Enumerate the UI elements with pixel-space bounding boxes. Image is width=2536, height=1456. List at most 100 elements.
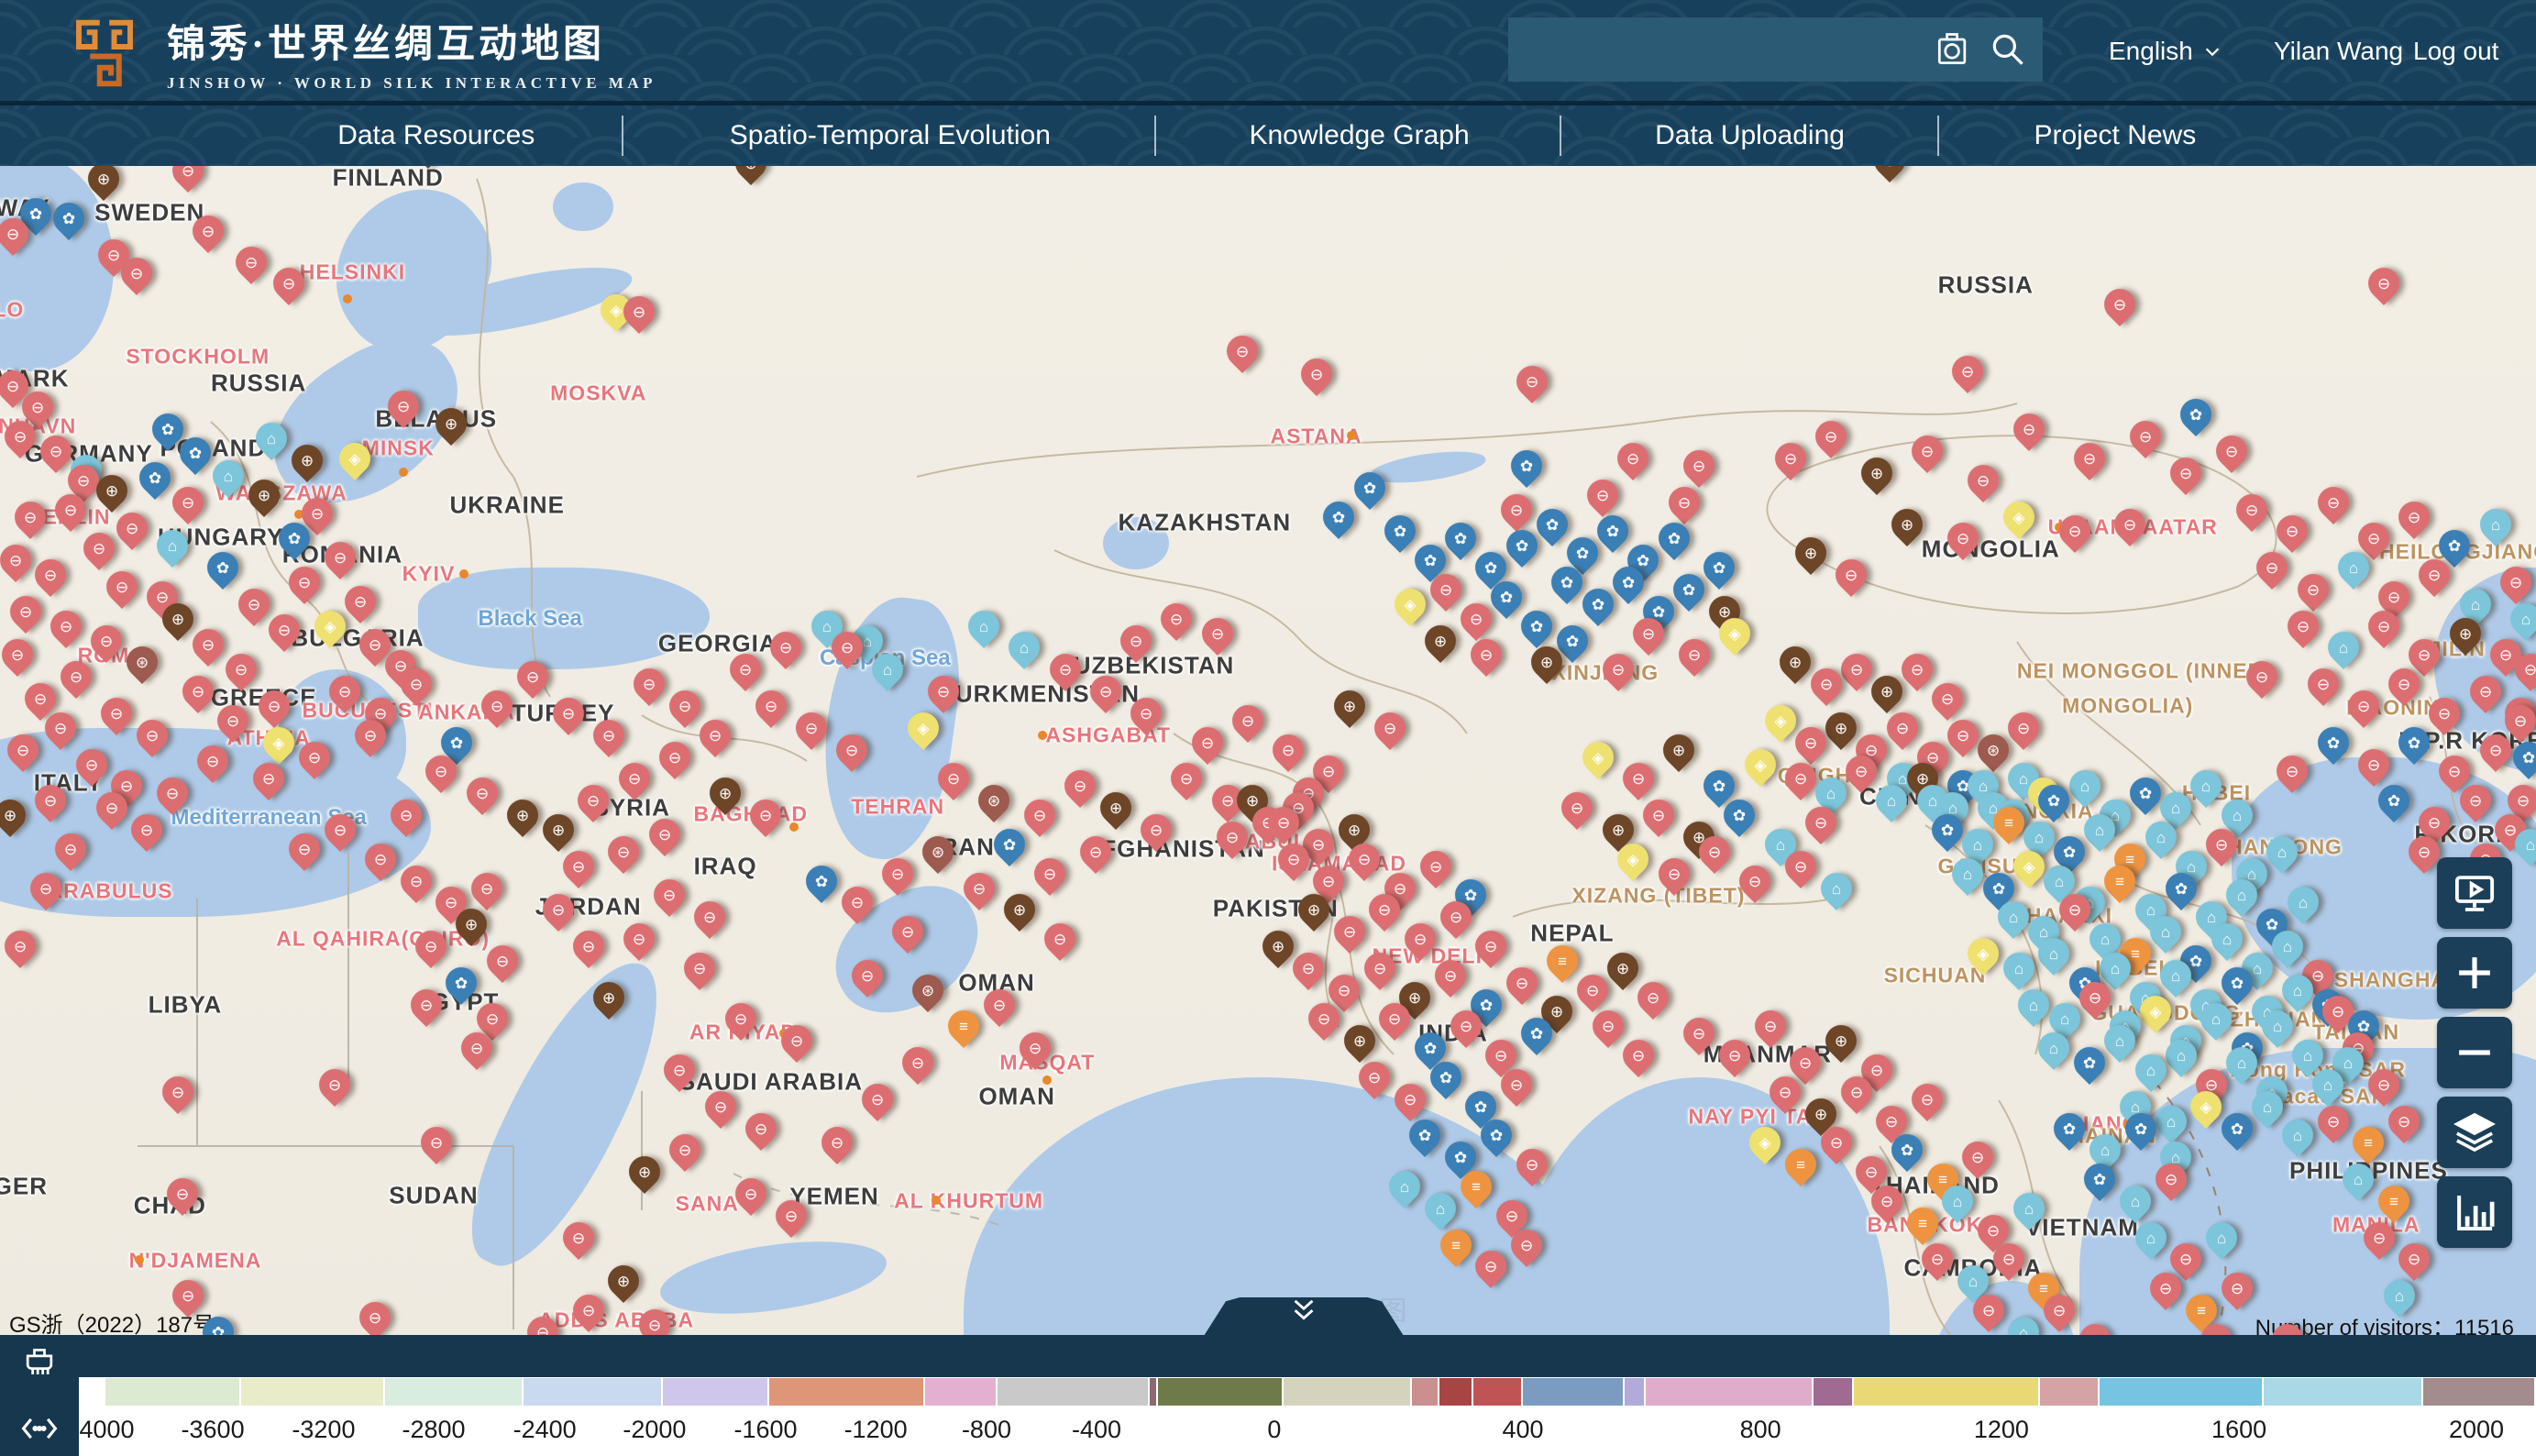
map-pin-relic-marker-red[interactable]: ⊖ [1626, 612, 1670, 656]
map-pin-relic-marker-red[interactable]: ⊖ [1, 728, 45, 772]
map-pin-relic-marker-red[interactable]: ⊖ [617, 917, 661, 961]
map-pin-relic-marker-red[interactable]: ⊖ [1571, 968, 1615, 1012]
map-pin-relic-marker-red[interactable]: ⊖ [2356, 1216, 2400, 1260]
map-pin-marker-yellow[interactable]: ◈ [1997, 495, 2041, 539]
map-pin-relic-marker-red[interactable]: ⊖ [1500, 961, 1544, 1005]
map-pin-relic-marker-red[interactable]: ⊖ [252, 684, 296, 728]
map-pin-site-marker-brown[interactable]: ⊕ [623, 1150, 667, 1194]
timeline-segment[interactable] [1150, 1378, 1158, 1406]
map-pin-museum-marker-cyan[interactable]: ⌂ [2332, 546, 2376, 590]
map-pin-relic-marker-red[interactable]: ⊖ [1262, 800, 1306, 844]
logo[interactable]: 锦秀·世界丝绸互动地图 JINSHOW · WORLD SILK INTERAC… [66, 13, 656, 93]
map-pin-relic-marker-red[interactable]: ⊖ [1733, 859, 1777, 903]
map-pin-site-marker-brown[interactable]: ⊕ [1865, 669, 1909, 713]
map-pin-relic-marker-red[interactable]: ⊖ [1295, 352, 1339, 396]
map-pin-relic-marker-red[interactable]: ⊖ [156, 1070, 200, 1114]
map-pin-craft-marker-blue[interactable]: ✿ [47, 196, 91, 240]
map-pin-site-marker-brown[interactable]: ⊕ [285, 438, 329, 482]
map-pin-relic-marker-red[interactable]: ⊖ [749, 684, 793, 728]
map-pin-marker-yellow[interactable]: ◈ [1388, 582, 1432, 626]
timeline-segment[interactable] [2040, 1378, 2100, 1406]
map-pin-relic-marker-red[interactable]: ⊖ [845, 954, 889, 998]
map-pin-relic-marker-red[interactable]: ⊖ [617, 290, 661, 334]
map-canvas[interactable]: NORWAYSWEDENFINLANDRUSSIARUSSIADENMARKPO… [0, 0, 2536, 1456]
map-pin-relic-marker-red[interactable]: ⊖ [1637, 793, 1681, 837]
map-pin-relic-marker-red[interactable]: ⊖ [1779, 844, 1823, 888]
map-pin-craft-marker-blue[interactable]: ✿ [987, 822, 1031, 866]
timeline-segment[interactable] [105, 1378, 241, 1406]
map-pin-relic-marker-red[interactable]: ⊖ [2291, 568, 2335, 612]
map-pin-relic-marker-red[interactable]: ⊖ [381, 384, 425, 428]
layers-button[interactable] [2437, 1097, 2512, 1168]
map-pin-relic-marker-red[interactable]: ⊖ [1358, 946, 1402, 990]
map-pin-relic-marker-red[interactable]: ⊖ [160, 1172, 204, 1216]
map-pin-relic-marker-red[interactable]: ⊖ [465, 866, 509, 910]
timeline-segment[interactable] [385, 1378, 524, 1406]
map-pin-marker-yellow[interactable]: ◈ [1713, 612, 1757, 656]
map-pin-site-marker-brown[interactable]: ⊕ [535, 808, 579, 852]
timeline-collapse-tab[interactable] [1204, 1297, 1404, 1336]
map-pin-relic-marker-red[interactable]: ⊖ [166, 1274, 210, 1318]
map-pin-relic-marker-red[interactable]: ⊖ [229, 240, 273, 284]
map-pin-relic-marker-red[interactable]: ⊖ [567, 924, 611, 968]
map-pin-relic-marker-red[interactable]: ⊖ [1693, 830, 1737, 874]
map-pin-relic-marker-red[interactable]: ⊖ [855, 1077, 899, 1121]
map-pin-relic-marker-red[interactable]: ⊖ [693, 713, 737, 757]
map-pin-relic-marker-red[interactable]: ⊖ [1835, 1070, 1879, 1114]
map-pin-relic-marker-red[interactable]: ⊖ [1388, 1077, 1432, 1121]
logout-button[interactable]: Log out [2413, 0, 2498, 103]
map-pin-relic-marker-red[interactable]: ⊖ [2342, 684, 2386, 728]
map-pin-site-marker-brown[interactable]: ⊕ [1855, 451, 1899, 495]
timeline-band[interactable] [0, 1378, 2536, 1406]
map-pin-relic-marker-red[interactable]: ⊖ [318, 535, 362, 579]
map-pin-relic-marker-red[interactable]: ⊖ [1226, 699, 1270, 743]
map-pin-relic-marker-red[interactable]: ⊖ [729, 1172, 773, 1216]
map-pin-relic-marker-red[interactable]: ⊖ [1961, 458, 2005, 502]
map-pin-marker-yellow[interactable]: ◈ [1738, 742, 1782, 786]
timeline-segment[interactable] [524, 1378, 663, 1406]
map-pin-relic-marker-red[interactable]: ⊖ [2149, 1157, 2193, 1201]
map-pin-relic-marker-red[interactable]: ⊖ [2210, 429, 2254, 473]
nav-item-data-uploading[interactable]: Data Uploading [1655, 120, 1845, 151]
map-pin-relic-marker-red[interactable]: ⊖ [1454, 597, 1498, 641]
timeline-segment[interactable] [1625, 1378, 1646, 1406]
map-pin-museum-marker-cyan[interactable]: ⌂ [2007, 1186, 2051, 1230]
map-pin-relic-marker-red[interactable]: ⊖ [921, 669, 965, 713]
map-pin-relic-marker-red[interactable]: ⊖ [557, 1216, 601, 1260]
map-pin-marker-yellow[interactable]: ◈ [1576, 735, 1620, 779]
timeline-segment[interactable] [998, 1378, 1150, 1406]
map-pin-relic-marker-red[interactable]: ⊖ [480, 939, 524, 983]
map-pin-craft-marker-blue[interactable]: ✿ [2215, 1106, 2259, 1150]
timeline-panel[interactable]: -4000-3600-3200-2800-2400-2000-1600-1200… [0, 1335, 2536, 1456]
map-pin-relic-marker-red[interactable]: ⊖ [2464, 669, 2508, 713]
image-search-icon[interactable] [1933, 29, 1973, 70]
map-pin-relic-marker-red[interactable]: ⊖ [1966, 1288, 2010, 1332]
map-pin-relic-marker-red[interactable]: ⊖ [1327, 910, 1371, 954]
map-pin-relic-marker-red[interactable]: ⊖ [1652, 852, 1696, 896]
timeline-segment[interactable] [925, 1378, 998, 1406]
map-pin-relic-marker-red[interactable]: ⊖ [282, 560, 326, 604]
map-pin-museum-marker-cyan[interactable]: ⌂ [206, 454, 250, 498]
map-pin-museum-marker-cyan[interactable]: ⌂ [2129, 1048, 2173, 1092]
timeline-segment[interactable] [1158, 1378, 1284, 1406]
map-pin-site-marker-brown[interactable]: ⊕ [1418, 618, 1462, 662]
map-pin-relic-marker-red[interactable]: ⊖ [1799, 800, 1843, 844]
map-pin-relic-marker-red[interactable]: ⊖ [348, 713, 392, 757]
map-pin-relic-marker-red[interactable]: ⊖ [1616, 1033, 1660, 1077]
map-pin-relic-marker-red[interactable]: ⊖ [1185, 721, 1229, 765]
map-pin-relic-marker-red[interactable]: ⊖ [4, 590, 48, 634]
map-pin-site-marker-brown[interactable]: ⊕ [1094, 786, 1138, 830]
map-pin-relic-marker-red[interactable]: ⊖ [739, 1106, 783, 1150]
map-pin-relic-marker-red[interactable]: ⊖ [166, 480, 210, 524]
map-pin-museum-marker-cyan[interactable]: ⌂ [2200, 1216, 2244, 1260]
map-pin-relic-marker-red[interactable]: ⊖ [643, 812, 687, 856]
map-pin-museum-marker-cyan[interactable]: ⌂ [1814, 866, 1858, 910]
map-pin-relic-marker-red[interactable]: ⊖ [313, 1063, 357, 1107]
timeline-segment[interactable] [1854, 1378, 2040, 1406]
map-pin-document-marker-orange[interactable]: ≡ [1434, 1223, 1478, 1267]
map-pin-relic-marker-red[interactable]: ⊖ [1713, 1033, 1757, 1077]
language-selector[interactable]: English [2109, 0, 2222, 103]
expand-range-icon[interactable] [19, 1408, 60, 1449]
map-pin-relic-marker-red[interactable]: ⊖ [1398, 917, 1442, 961]
map-pin-relic-marker-red[interactable]: ⊖ [1662, 480, 1706, 524]
